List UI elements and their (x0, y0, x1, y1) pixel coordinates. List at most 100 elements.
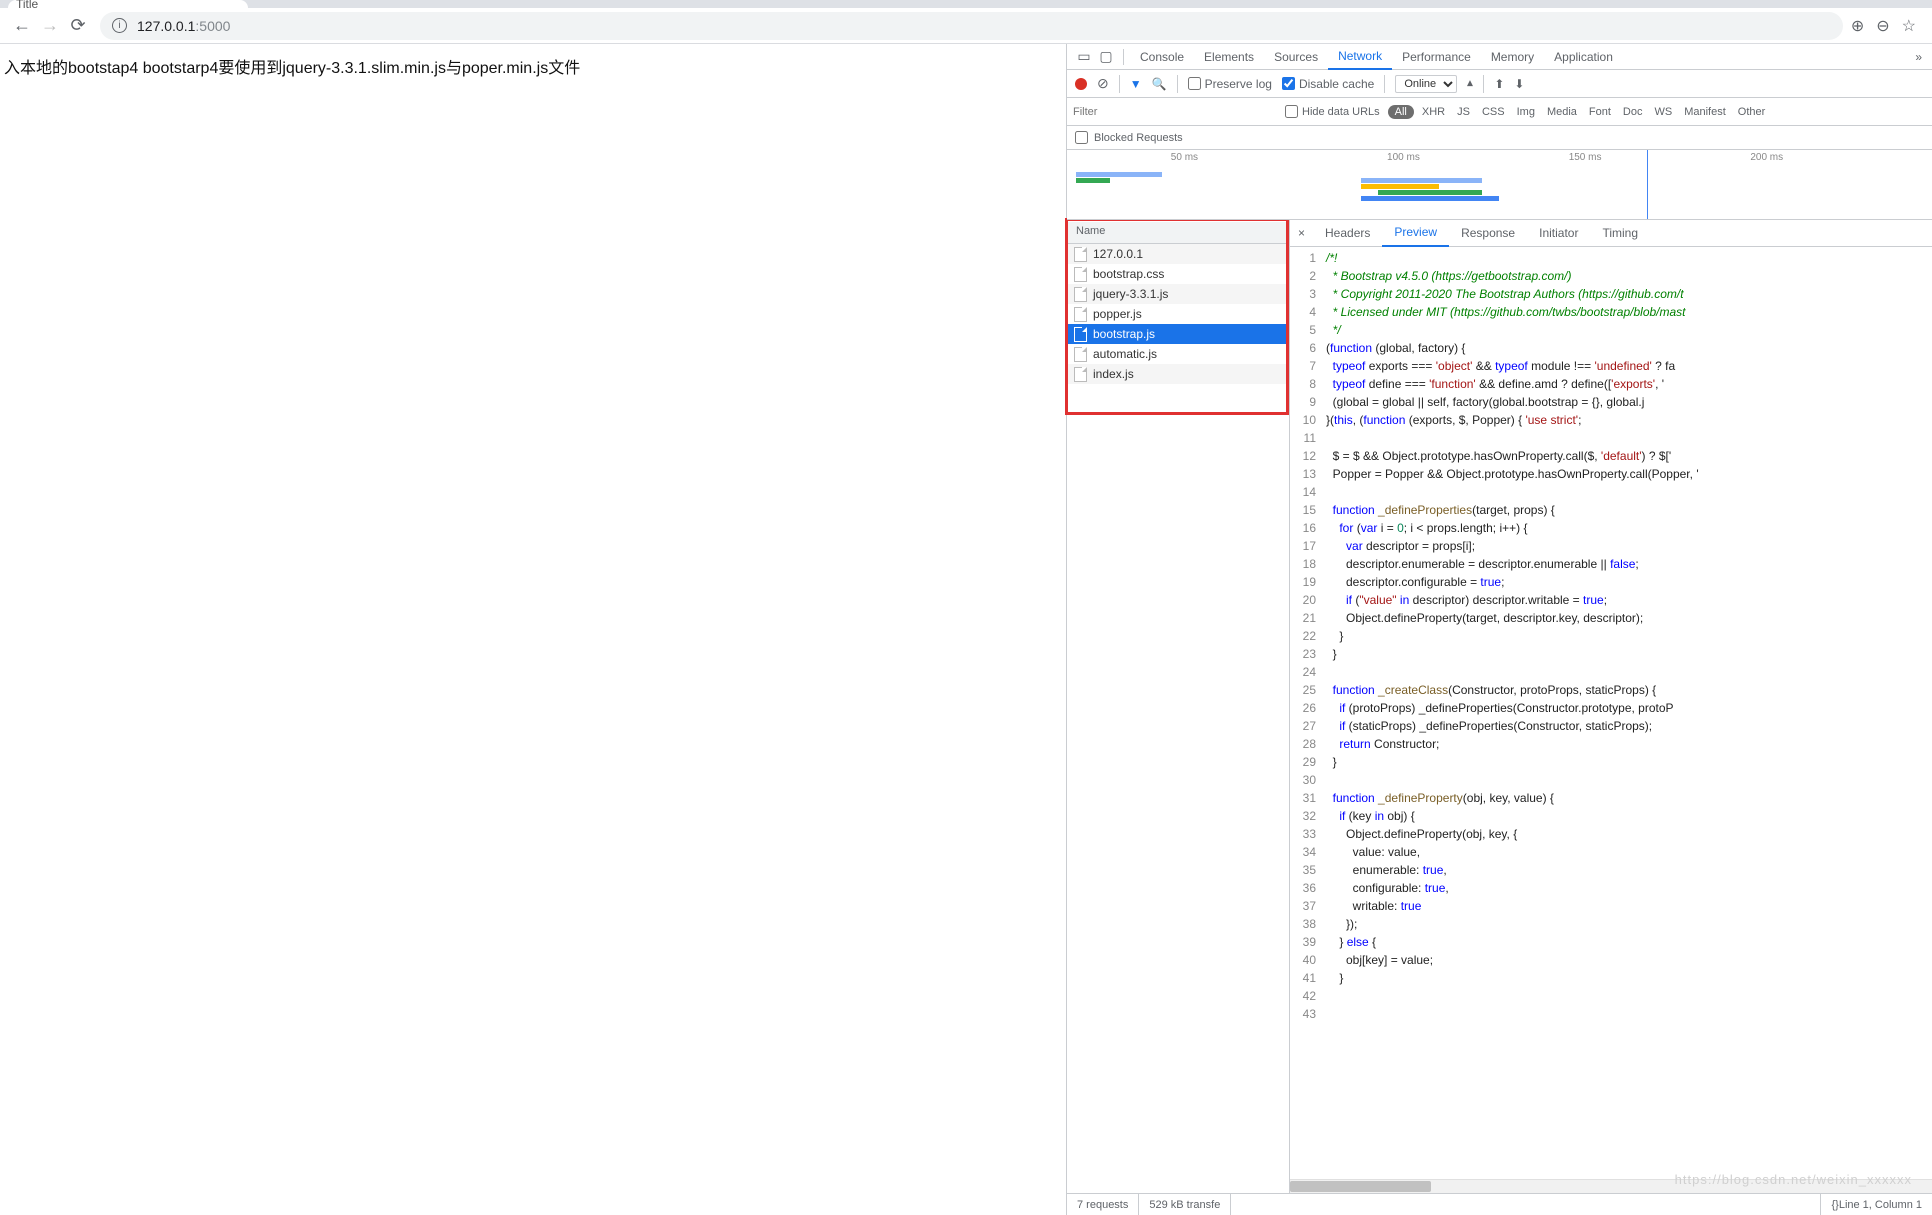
filter-type-js[interactable]: JS (1457, 106, 1470, 118)
url-port: :5000 (195, 18, 230, 34)
request-name: bootstrap.js (1093, 327, 1155, 341)
record-button[interactable] (1075, 78, 1087, 90)
more-tabs-icon[interactable]: » (1905, 50, 1932, 64)
timeline-tick: 200 ms (1750, 152, 1783, 163)
url-host: 127.0.0.1 (137, 18, 195, 34)
browser-tab[interactable]: Title (8, 0, 248, 8)
request-list-header[interactable]: Name (1068, 222, 1286, 244)
line-gutter: 1234567891011121314151617181920212223242… (1290, 247, 1322, 1179)
detail-tab-initiator[interactable]: Initiator (1527, 220, 1590, 247)
search-icon[interactable]: 🔍 (1152, 77, 1167, 91)
file-icon (1074, 347, 1087, 362)
file-icon (1074, 287, 1087, 302)
forward-button[interactable]: → (36, 12, 64, 40)
request-name: 127.0.0.1 (1093, 247, 1143, 261)
detail-tabs: × HeadersPreviewResponseInitiatorTiming (1290, 220, 1932, 247)
timeline-bar (1378, 190, 1482, 195)
browser-tab-strip: Title (0, 0, 1932, 8)
request-name: jquery-3.3.1.js (1093, 287, 1168, 301)
filter-type-media[interactable]: Media (1547, 106, 1577, 118)
devtools-tab-elements[interactable]: Elements (1194, 44, 1264, 70)
filter-type-css[interactable]: CSS (1482, 106, 1505, 118)
timeline-tick: 150 ms (1569, 152, 1602, 163)
clear-button[interactable]: ⊘ (1097, 75, 1109, 92)
devtools-tab-network[interactable]: Network (1328, 44, 1392, 70)
devtools-tab-sources[interactable]: Sources (1264, 44, 1328, 70)
file-icon (1074, 327, 1087, 342)
request-row[interactable]: index.js (1068, 364, 1286, 384)
page-body: 入本地的bootstap4 bootstarp4要使用到jquery-3.3.1… (0, 44, 1066, 1215)
request-row[interactable]: popper.js (1068, 304, 1286, 324)
bookmark-icon[interactable]: ☆ (1902, 16, 1916, 36)
throttling-caret-icon: ▾ (1467, 77, 1473, 91)
filter-type-xhr[interactable]: XHR (1422, 106, 1445, 118)
status-linecol: Line 1, Column 1 (1839, 1199, 1922, 1211)
timeline-tick: 50 ms (1171, 152, 1198, 163)
request-row[interactable]: bootstrap.css (1068, 264, 1286, 284)
inspect-element-icon[interactable]: ▭ (1073, 48, 1095, 65)
blocked-requests-label: Blocked Requests (1094, 132, 1183, 144)
detail-tab-timing[interactable]: Timing (1590, 220, 1650, 247)
file-icon (1074, 367, 1087, 382)
horizontal-scrollbar[interactable] (1290, 1179, 1932, 1193)
devtools-tab-performance[interactable]: Performance (1392, 44, 1481, 70)
timeline-bar (1361, 184, 1439, 189)
network-toolbar: ⊘ ▼ 🔍 Preserve log Disable cache Online … (1067, 70, 1932, 98)
request-row[interactable]: automatic.js (1068, 344, 1286, 364)
translate-icon[interactable]: ⊕ (1851, 16, 1864, 36)
filter-row: Hide data URLs All XHR JS CSS Img Media Font D… (1067, 98, 1932, 126)
hide-data-urls-checkbox[interactable]: Hide data URLs (1285, 105, 1380, 118)
devtools-tab-application[interactable]: Application (1544, 44, 1623, 70)
highlighted-region: Name 127.0.0.1 bootstrap.css jquery-3.3.1.… (1065, 218, 1289, 415)
request-row[interactable]: 127.0.0.1 (1068, 244, 1286, 264)
filter-type-ws[interactable]: WS (1654, 106, 1672, 118)
scrollbar-thumb[interactable] (1290, 1181, 1431, 1192)
devtools: ▭ ▢ ConsoleElementsSourcesNetworkPerform… (1066, 44, 1932, 1215)
file-icon (1074, 247, 1087, 262)
device-toolbar-icon[interactable]: ▢ (1095, 48, 1117, 65)
source-preview[interactable]: 1234567891011121314151617181920212223242… (1290, 247, 1932, 1179)
request-name: automatic.js (1093, 347, 1157, 361)
request-detail-pane: × HeadersPreviewResponseInitiatorTiming … (1290, 220, 1932, 1193)
status-requests: 7 requests (1067, 1194, 1139, 1215)
devtools-tab-memory[interactable]: Memory (1481, 44, 1544, 70)
network-timeline[interactable]: 50 ms 100 ms 150 ms 200 ms (1067, 150, 1932, 220)
blocked-requests-row: Blocked Requests (1067, 126, 1932, 150)
browser-toolbar: ← → ⟳ i 127.0.0.1:5000 ⊕ ⊖ ☆ (0, 8, 1932, 44)
timeline-bar (1361, 178, 1482, 183)
back-button[interactable]: ← (8, 12, 36, 40)
preserve-log-checkbox[interactable]: Preserve log (1188, 77, 1272, 91)
throttling-select[interactable]: Online (1395, 75, 1457, 93)
detail-tab-headers[interactable]: Headers (1313, 220, 1382, 247)
zoom-icon[interactable]: ⊖ (1876, 16, 1889, 36)
filter-input[interactable] (1067, 102, 1277, 122)
export-har-icon[interactable]: ⬇ (1514, 77, 1524, 91)
request-row[interactable]: jquery-3.3.1.js (1068, 284, 1286, 304)
timeline-marker (1647, 150, 1648, 219)
status-transfer: 529 kB transfe (1139, 1194, 1231, 1215)
import-har-icon[interactable]: ⬆ (1494, 77, 1504, 91)
code-content: /*! * Bootstrap v4.5.0 (https://getboots… (1322, 247, 1703, 1179)
detail-tab-preview[interactable]: Preview (1382, 220, 1449, 247)
timeline-bar (1361, 196, 1499, 201)
filter-toggle-icon[interactable]: ▼ (1130, 77, 1142, 91)
timeline-tick: 100 ms (1387, 152, 1420, 163)
filter-type-font[interactable]: Font (1589, 106, 1611, 118)
detail-tab-response[interactable]: Response (1449, 220, 1527, 247)
close-detail-icon[interactable]: × (1290, 226, 1313, 240)
filter-type-other[interactable]: Other (1738, 106, 1766, 118)
filter-type-img[interactable]: Img (1517, 106, 1535, 118)
filter-type-manifest[interactable]: Manifest (1684, 106, 1726, 118)
blocked-requests-checkbox[interactable] (1075, 131, 1088, 144)
reload-button[interactable]: ⟳ (64, 12, 92, 40)
devtools-tab-console[interactable]: Console (1130, 44, 1194, 70)
devtools-status-bar: 7 requests 529 kB transfe {} Line 1, Col… (1067, 1193, 1932, 1215)
disable-cache-checkbox[interactable]: Disable cache (1282, 77, 1374, 91)
filter-type-all[interactable]: All (1388, 105, 1414, 119)
filter-type-doc[interactable]: Doc (1623, 106, 1643, 118)
request-row[interactable]: bootstrap.js (1068, 324, 1286, 344)
tab-title: Title (16, 0, 38, 11)
address-bar[interactable]: i 127.0.0.1:5000 (100, 12, 1843, 40)
site-info-icon[interactable]: i (112, 18, 127, 33)
devtools-tabs: ▭ ▢ ConsoleElementsSourcesNetworkPerform… (1067, 44, 1932, 70)
